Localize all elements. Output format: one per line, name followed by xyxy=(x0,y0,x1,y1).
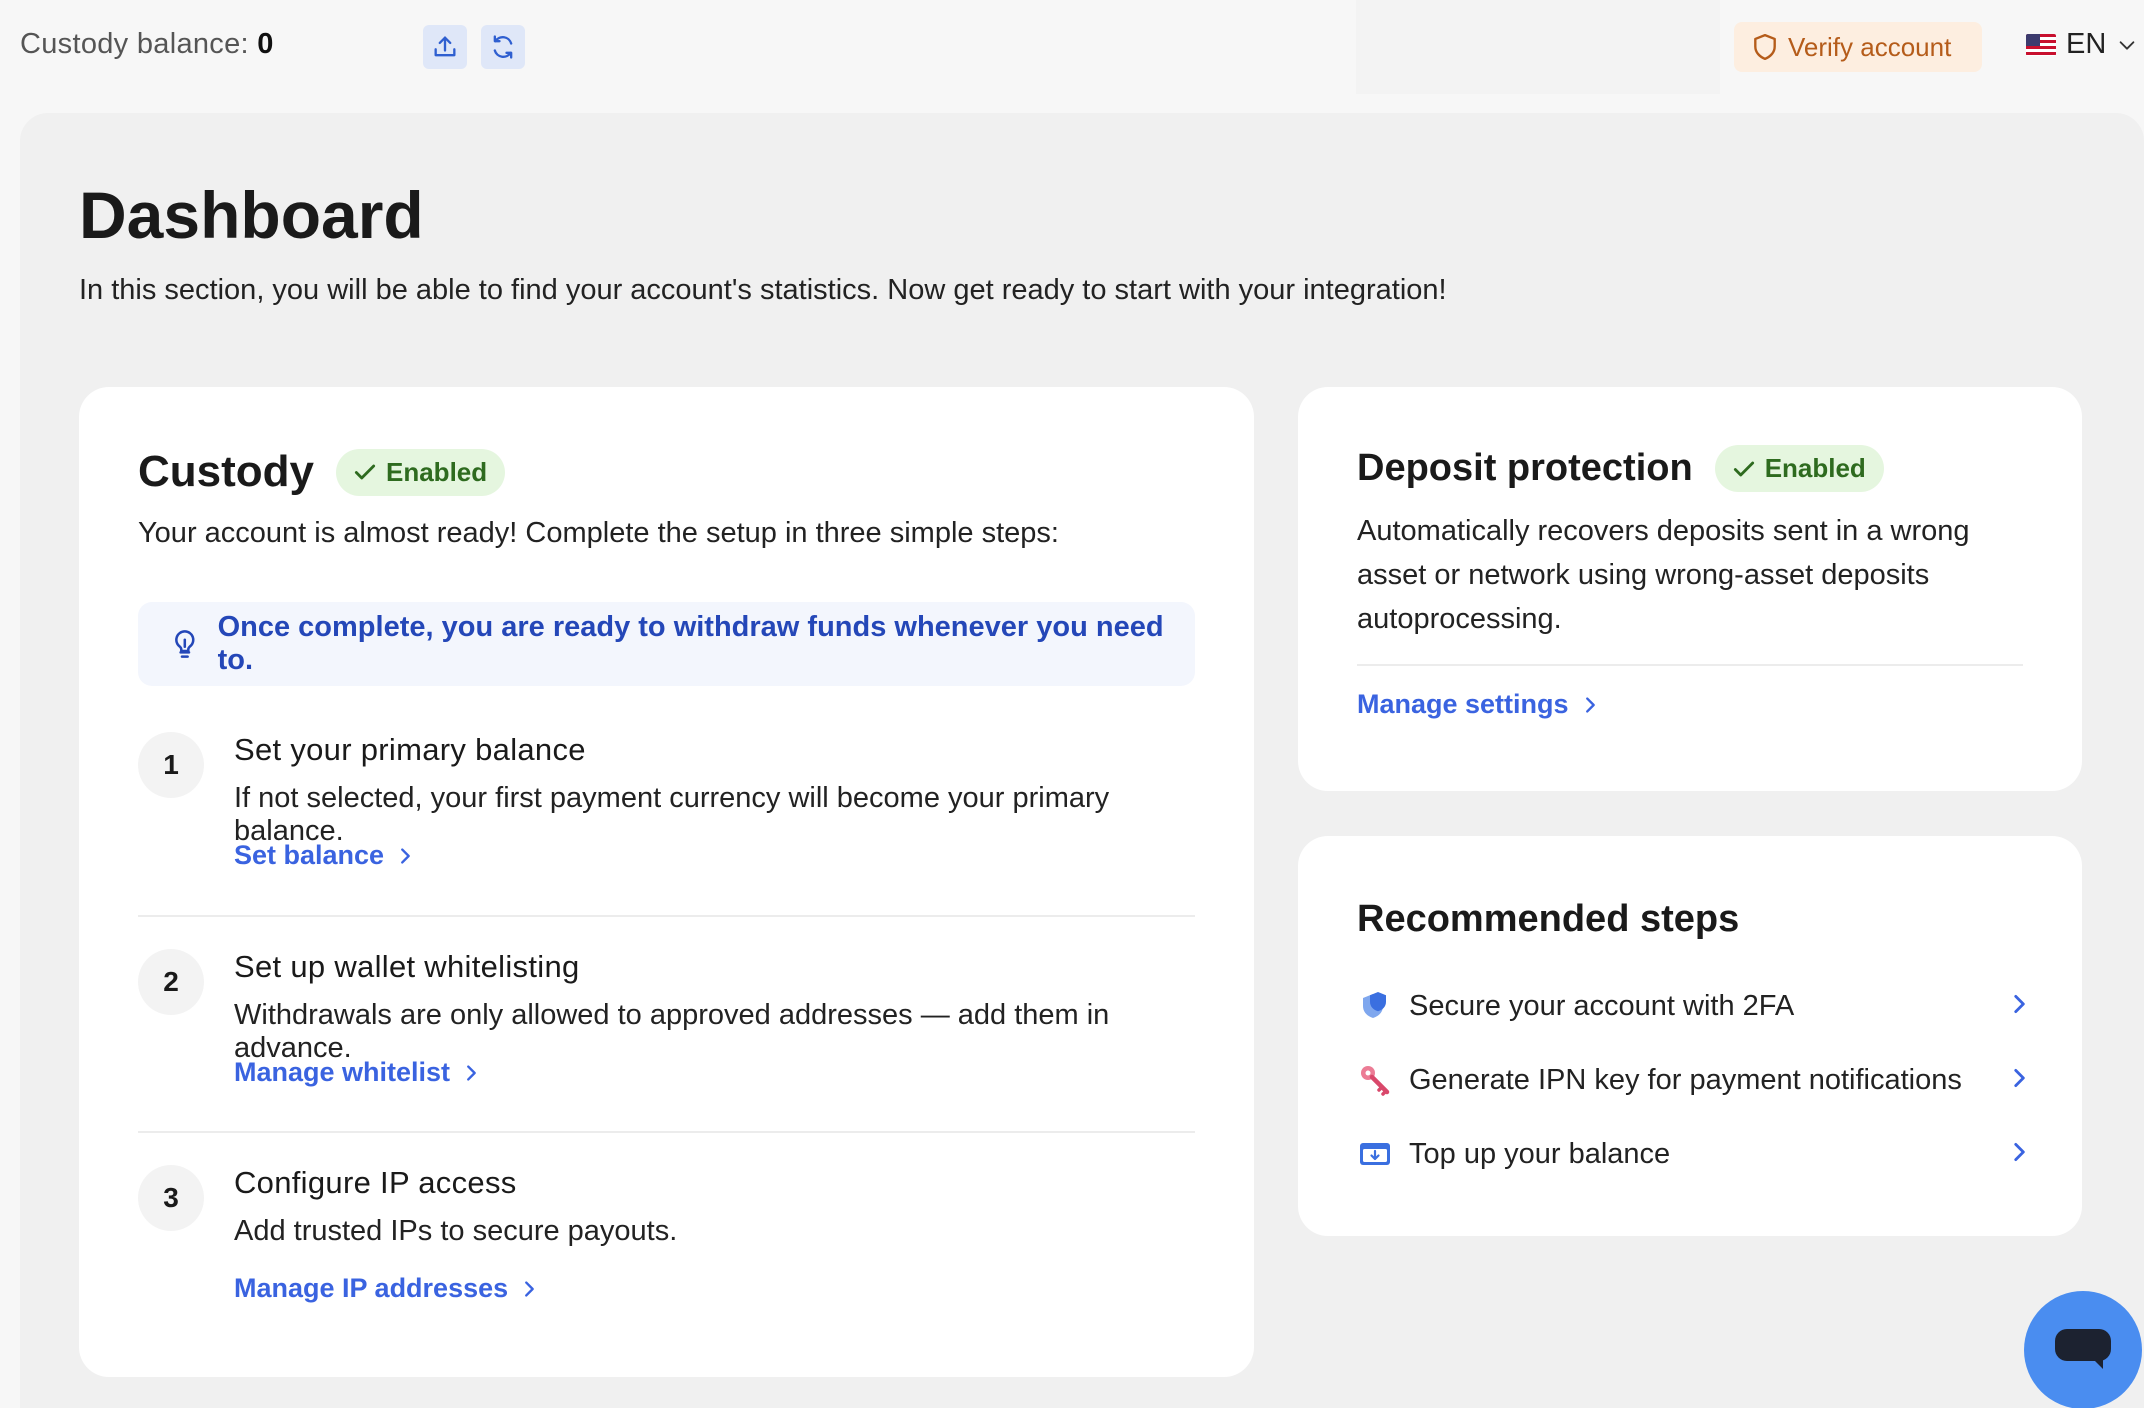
page-title: Dashboard xyxy=(79,178,424,252)
us-flag-icon xyxy=(2026,33,2056,56)
manage-ip-addresses-link-label: Manage IP addresses xyxy=(234,1273,509,1303)
checkmark-icon xyxy=(354,464,376,480)
custody-status-badge: Enabled xyxy=(336,448,506,496)
wallet-topup-icon xyxy=(1360,1143,1390,1165)
recommended-item-ipn-key[interactable]: Generate IPN key for payment notificatio… xyxy=(1357,1055,2032,1105)
upload-icon xyxy=(434,36,456,57)
deposit-header: Deposit protection Enabled xyxy=(1357,445,1884,492)
shield-icon xyxy=(1363,992,1386,1018)
shield-icon xyxy=(1754,33,1776,61)
manage-settings-link[interactable]: Manage settings xyxy=(1357,689,1601,720)
step-number: 2 xyxy=(138,949,204,1015)
recommended-item-top-up[interactable]: Top up your balance xyxy=(1357,1129,2032,1179)
recommended-item-label: Generate IPN key for payment notificatio… xyxy=(1409,1063,1962,1096)
step-divider xyxy=(138,915,1195,917)
deposit-title: Deposit protection xyxy=(1357,447,1693,489)
recommended-item-2fa[interactable]: Secure your account with 2FA xyxy=(1357,981,2032,1031)
language-label: EN xyxy=(2066,28,2107,60)
step-number: 1 xyxy=(138,732,204,798)
step-title: Configure IP access xyxy=(234,1165,517,1200)
deposit-protection-card: Deposit protection Enabled Automatically… xyxy=(1298,387,2082,791)
step-title: Set up wallet whitelisting xyxy=(234,949,580,984)
chevron-down-icon xyxy=(2119,40,2135,50)
custody-badge-label: Enabled xyxy=(386,456,488,487)
refresh-icon xyxy=(493,35,513,59)
custody-tip: Once complete, you are ready to withdraw… xyxy=(138,602,1195,686)
set-balance-link[interactable]: Set balance xyxy=(234,840,416,871)
recommended-steps-card: Recommended steps Secure your account wi… xyxy=(1298,836,2082,1236)
chevron-right-icon xyxy=(2014,994,2025,1013)
chevron-right-icon xyxy=(401,847,410,864)
manage-whitelist-link-label: Manage whitelist xyxy=(234,1057,451,1087)
manage-whitelist-link[interactable]: Manage whitelist xyxy=(234,1057,482,1088)
upload-button[interactable] xyxy=(423,25,467,69)
recommended-item-label: Secure your account with 2FA xyxy=(1409,989,1795,1022)
checkmark-icon xyxy=(1733,461,1754,476)
custody-card: Custody Enabled Your account is almost r… xyxy=(79,387,1254,1377)
custody-balance-label: Custody balance: xyxy=(20,28,258,60)
step-number: 3 xyxy=(138,1165,204,1231)
deposit-status-badge: Enabled xyxy=(1714,445,1884,492)
deposit-badge-label: Enabled xyxy=(1764,453,1866,483)
language-selector[interactable]: EN xyxy=(2026,28,2138,61)
deposit-description: Automatically recovers deposits sent in … xyxy=(1357,515,1970,635)
chevron-right-icon xyxy=(2014,1068,2025,1087)
custody-balance-value: 0 xyxy=(257,28,274,60)
chevron-right-icon xyxy=(467,1064,476,1081)
chevron-right-icon xyxy=(525,1280,534,1297)
top-bar: Custody balance: 0 Verify account EN xyxy=(0,0,2144,112)
verify-account-label: Verify account xyxy=(1788,31,1952,62)
recommended-item-label: Top up your balance xyxy=(1409,1137,1671,1170)
step-title: Set your primary balance xyxy=(234,732,586,767)
lightbulb-icon xyxy=(175,630,195,658)
step-description: Add trusted IPs to secure payouts. xyxy=(234,1215,678,1247)
chat-support-button[interactable] xyxy=(2024,1291,2142,1408)
step-description: Withdrawals are only allowed to approved… xyxy=(234,999,1110,1064)
chevron-right-icon xyxy=(1585,696,1595,713)
custody-description: Your account is almost ready! Complete t… xyxy=(138,517,1059,549)
custody-header: Custody Enabled xyxy=(138,447,506,497)
manage-settings-link-label: Manage settings xyxy=(1357,689,1569,719)
manage-ip-addresses-link[interactable]: Manage IP addresses xyxy=(234,1273,540,1304)
page-subtitle: In this section, you will be able to fin… xyxy=(79,274,1447,306)
verify-account-button[interactable]: Verify account xyxy=(1734,22,1982,72)
chat-icon xyxy=(2055,1329,2111,1369)
recommended-title: Recommended steps xyxy=(1357,898,1740,940)
key-icon xyxy=(1361,1066,1390,1096)
custody-tip-text: Once complete, you are ready to withdraw… xyxy=(217,611,1164,676)
custody-balance: Custody balance: 0 xyxy=(20,28,274,61)
step-divider xyxy=(138,1131,1195,1133)
set-balance-link-label: Set balance xyxy=(234,840,385,870)
custody-title: Custody xyxy=(138,447,314,496)
step-description: If not selected, your first payment curr… xyxy=(234,782,1110,847)
refresh-button[interactable] xyxy=(481,25,525,69)
chevron-right-icon xyxy=(2014,1142,2025,1161)
deposit-divider xyxy=(1357,664,2023,666)
header-placeholder xyxy=(1356,0,1720,94)
